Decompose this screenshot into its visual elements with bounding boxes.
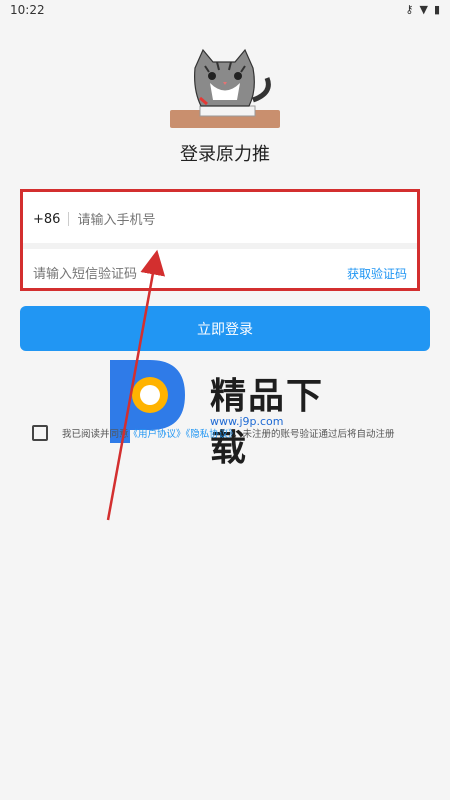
sms-code-input[interactable] [33, 265, 347, 281]
agreement-text: 我已阅读并同意《用户协议》《隐私协议》，未注册的账号验证通过后将自动注册 [62, 426, 395, 440]
get-code-button[interactable]: 获取验证码 [347, 265, 407, 282]
wifi-icon: ▼ [419, 3, 428, 16]
phone-row: +86 [23, 195, 417, 243]
agreement-suffix: ，未注册的账号验证通过后将自动注册 [233, 429, 395, 440]
status-icons: ⚷ ▼ ▮ [405, 4, 440, 16]
field-divider [68, 212, 70, 226]
agreement-row: 我已阅读并同意《用户协议》《隐私协议》，未注册的账号验证通过后将自动注册 [32, 425, 432, 441]
page-title: 登录原力推 [180, 144, 270, 165]
agreement-prefix: 我已阅读并同意 [62, 429, 129, 440]
login-form: +86 获取验证码 [20, 189, 420, 291]
login-button[interactable]: 立即登录 [20, 306, 430, 351]
agreement-checkbox[interactable] [32, 425, 48, 441]
battery-icon: ▮ [433, 3, 440, 16]
cat-logo-icon [170, 48, 280, 128]
phone-input[interactable] [77, 211, 407, 227]
code-row: 获取验证码 [23, 249, 417, 297]
privacy-agreement-link[interactable]: 《隐私协议》 [186, 429, 234, 440]
status-time: 10:22 [10, 3, 45, 17]
watermark-title: 精品下载 [210, 376, 325, 469]
user-agreement-link[interactable]: 《用户协议》 [129, 429, 186, 440]
key-icon: ⚷ [405, 3, 414, 16]
country-code[interactable]: +86 [33, 212, 60, 227]
status-bar: 10:22 ⚷ ▼ ▮ [0, 0, 450, 20]
